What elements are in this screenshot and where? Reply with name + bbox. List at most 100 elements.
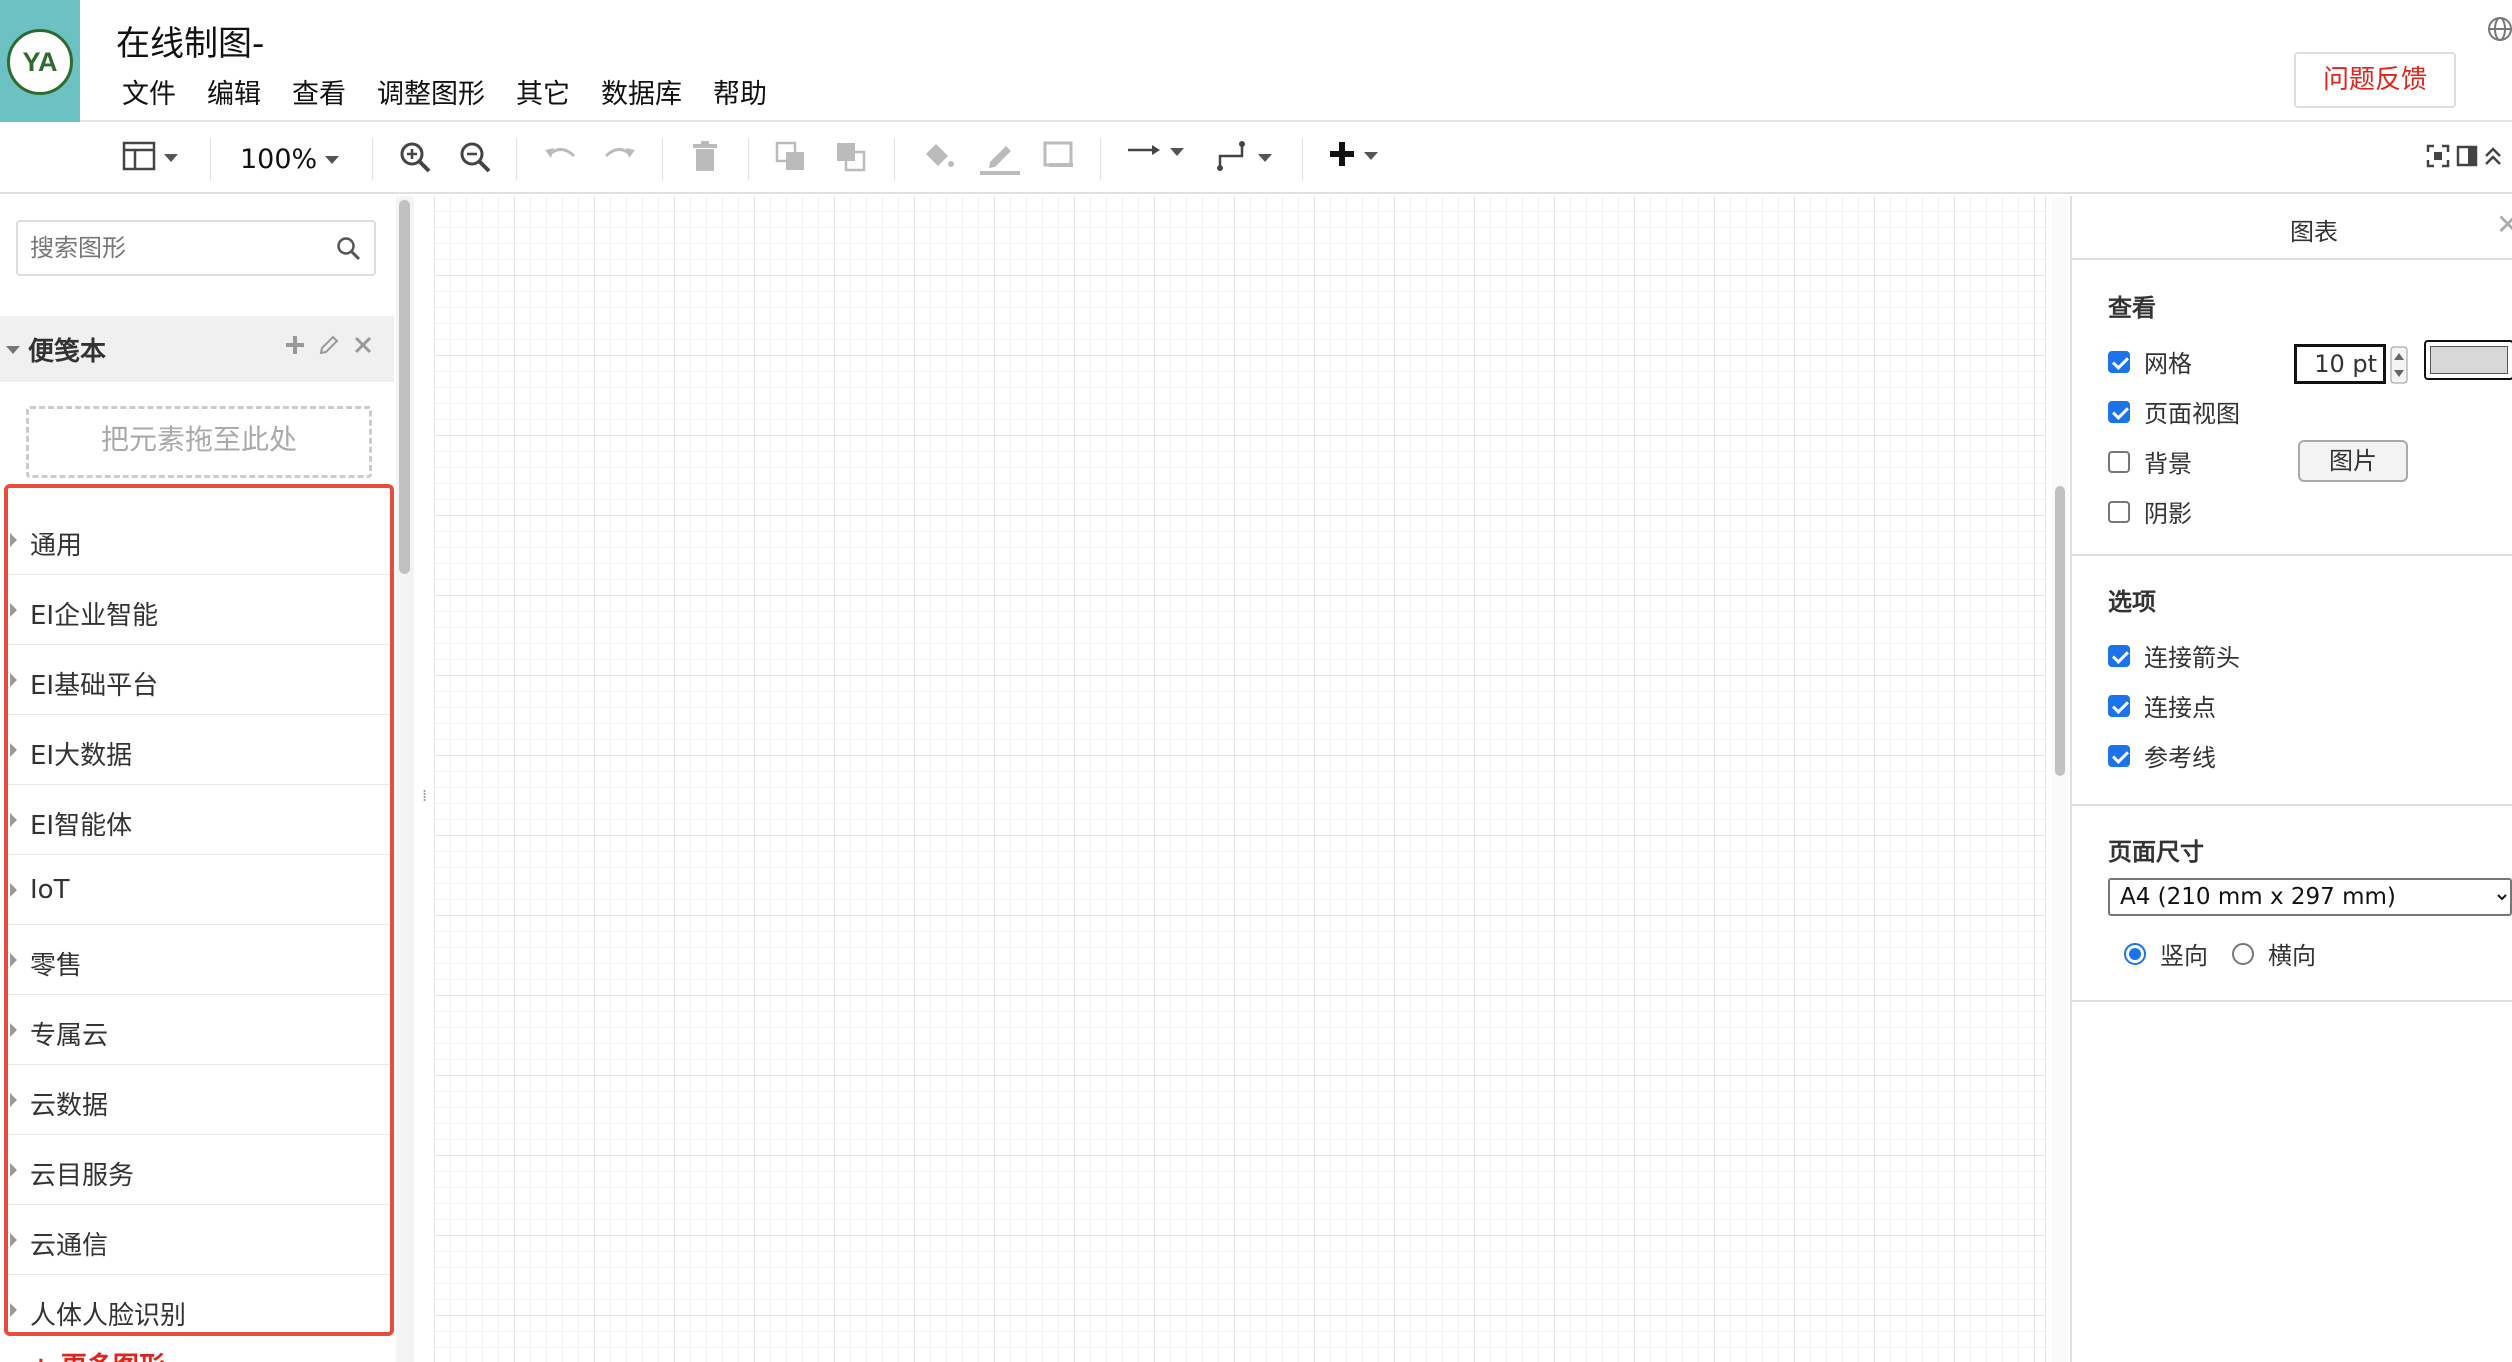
category-label: EI大数据: [30, 741, 133, 771]
category-retail[interactable]: 零售: [8, 925, 390, 995]
guides-toggle[interactable]: 参考线: [2108, 738, 2216, 773]
category-ei-base-platform[interactable]: EI基础平台: [8, 645, 390, 715]
page-view-toggle[interactable]: 页面视图: [2108, 394, 2240, 429]
close-icon[interactable]: [352, 334, 374, 360]
connection-arrows-checkbox[interactable]: [2108, 644, 2130, 667]
connection-style-dropdown[interactable]: [1126, 140, 1184, 164]
menu-file[interactable]: 文件: [122, 72, 176, 111]
shape-category-list: 通用 EI企业智能 EI基础平台 EI大数据 EI智能体 IoT 零售 专属云 …: [4, 484, 394, 1336]
landscape-option[interactable]: 横向: [2232, 936, 2316, 971]
shadow-button[interactable]: [1042, 140, 1076, 174]
undo-icon: [542, 140, 578, 174]
scratchpad-drop-zone[interactable]: 把元素拖至此处: [26, 406, 372, 478]
menu-database[interactable]: 数据库: [601, 72, 682, 111]
category-ei-big-data[interactable]: EI大数据: [8, 715, 390, 785]
grid-size-stepper[interactable]: [2390, 346, 2408, 384]
sidebar-scrollbar[interactable]: [396, 196, 414, 1362]
connection-points-toggle[interactable]: 连接点: [2108, 688, 2216, 723]
category-label: 人体人脸识别: [30, 1301, 187, 1331]
search-icon[interactable]: [336, 236, 362, 266]
zoom-dropdown[interactable]: 100%: [240, 144, 340, 175]
scrollbar-thumb[interactable]: [2055, 486, 2065, 776]
category-body-face-recognition[interactable]: 人体人脸识别: [8, 1275, 390, 1332]
category-cloud-data[interactable]: 云数据: [8, 1065, 390, 1135]
logo-area: YA: [0, 0, 80, 122]
to-front-button[interactable]: [774, 140, 808, 178]
panel-layout-icon: [122, 140, 156, 176]
feedback-button[interactable]: 问题反馈: [2294, 52, 2456, 108]
scrollbar-thumb[interactable]: [399, 200, 410, 574]
zoom-level: 100%: [240, 144, 318, 175]
connection-points-label: 连接点: [2144, 694, 2216, 722]
more-shapes-link[interactable]: + 更多图形: [30, 1346, 165, 1362]
connection-points-checkbox[interactable]: [2108, 694, 2130, 717]
diagram-canvas[interactable]: [414, 196, 2070, 1362]
chevron-right-icon: [10, 883, 17, 897]
portrait-option[interactable]: 竖向: [2124, 936, 2208, 971]
tab-diagram[interactable]: 图表 ✕: [2072, 196, 2512, 260]
background-checkbox[interactable]: [2108, 450, 2130, 473]
canvas-scrollbar[interactable]: [2052, 196, 2068, 1362]
close-icon[interactable]: ✕: [2496, 208, 2512, 241]
divider: [516, 138, 517, 180]
grid-checkbox[interactable]: [2108, 350, 2130, 373]
category-label: 零售: [30, 951, 83, 981]
waypoints-dropdown[interactable]: [1216, 140, 1272, 176]
category-ei-enterprise-intelligence[interactable]: EI企业智能: [8, 575, 390, 645]
edit-icon[interactable]: [318, 334, 340, 360]
category-iot[interactable]: IoT: [8, 855, 390, 925]
category-dedicated-cloud[interactable]: 专属云: [8, 995, 390, 1065]
page-view-checkbox[interactable]: [2108, 400, 2130, 423]
connection-arrows-toggle[interactable]: 连接箭头: [2108, 638, 2240, 673]
line-color-button[interactable]: [980, 140, 1020, 180]
grid-size-input[interactable]: 10 pt: [2294, 344, 2386, 384]
redo-button[interactable]: [602, 140, 638, 174]
document-title[interactable]: 在线制图-: [116, 16, 264, 65]
category-ei-agent[interactable]: EI智能体: [8, 785, 390, 855]
category-cloud-communication[interactable]: 云通信: [8, 1205, 390, 1275]
collapse-up-icon[interactable]: [2484, 144, 2502, 172]
grid-toggle[interactable]: 网格: [2108, 344, 2192, 379]
splitter-grip-icon[interactable]: ⁞: [422, 786, 427, 805]
zoom-in-button[interactable]: [398, 140, 432, 178]
chevron-right-icon: [10, 1023, 17, 1037]
category-general[interactable]: 通用: [8, 505, 390, 575]
canvas-grid[interactable]: [434, 196, 2046, 1362]
format-panel-toggle-icon[interactable]: [2456, 144, 2478, 172]
menu-extras[interactable]: 其它: [516, 72, 570, 111]
menu-view[interactable]: 查看: [292, 72, 346, 111]
guides-checkbox[interactable]: [2108, 744, 2130, 767]
menu-help[interactable]: 帮助: [713, 72, 767, 111]
shape-search[interactable]: [16, 220, 376, 276]
user-avatar[interactable]: YA: [7, 29, 73, 95]
shadow-checkbox[interactable]: [2108, 500, 2130, 523]
chevron-right-icon: [10, 673, 17, 687]
scratchpad-header[interactable]: 便笺本: [0, 316, 394, 382]
menu-edit[interactable]: 编辑: [207, 72, 261, 111]
tab-label: 图表: [2290, 218, 2338, 246]
delete-button[interactable]: [690, 140, 720, 178]
category-cloud-services[interactable]: 云目服务: [8, 1135, 390, 1205]
fullscreen-icon[interactable]: [2426, 144, 2450, 172]
category-label: 云目服务: [30, 1161, 135, 1191]
shadow-toggle[interactable]: 阴影: [2108, 494, 2192, 529]
background-image-button[interactable]: 图片: [2298, 440, 2408, 482]
insert-dropdown[interactable]: [1328, 140, 1378, 172]
page-size-select[interactable]: A4 (210 mm x 297 mm): [2108, 878, 2512, 916]
to-back-button[interactable]: [834, 140, 868, 178]
search-input[interactable]: [30, 230, 330, 266]
options-section-title: 选项: [2108, 588, 2156, 616]
menu-arrange[interactable]: 调整图形: [377, 72, 485, 111]
layout-toggle[interactable]: [122, 140, 178, 176]
zoom-out-button[interactable]: [458, 140, 492, 178]
add-icon[interactable]: [284, 334, 306, 360]
grid-color-button[interactable]: [2424, 340, 2512, 380]
background-toggle[interactable]: 背景: [2108, 444, 2192, 479]
scratchpad-actions: [284, 334, 374, 360]
undo-button[interactable]: [542, 140, 578, 174]
fill-color-button[interactable]: [920, 140, 956, 178]
portrait-radio[interactable]: [2124, 942, 2146, 965]
chevron-down-icon: [6, 346, 20, 354]
globe-icon[interactable]: [2486, 14, 2512, 48]
landscape-radio[interactable]: [2232, 942, 2254, 965]
